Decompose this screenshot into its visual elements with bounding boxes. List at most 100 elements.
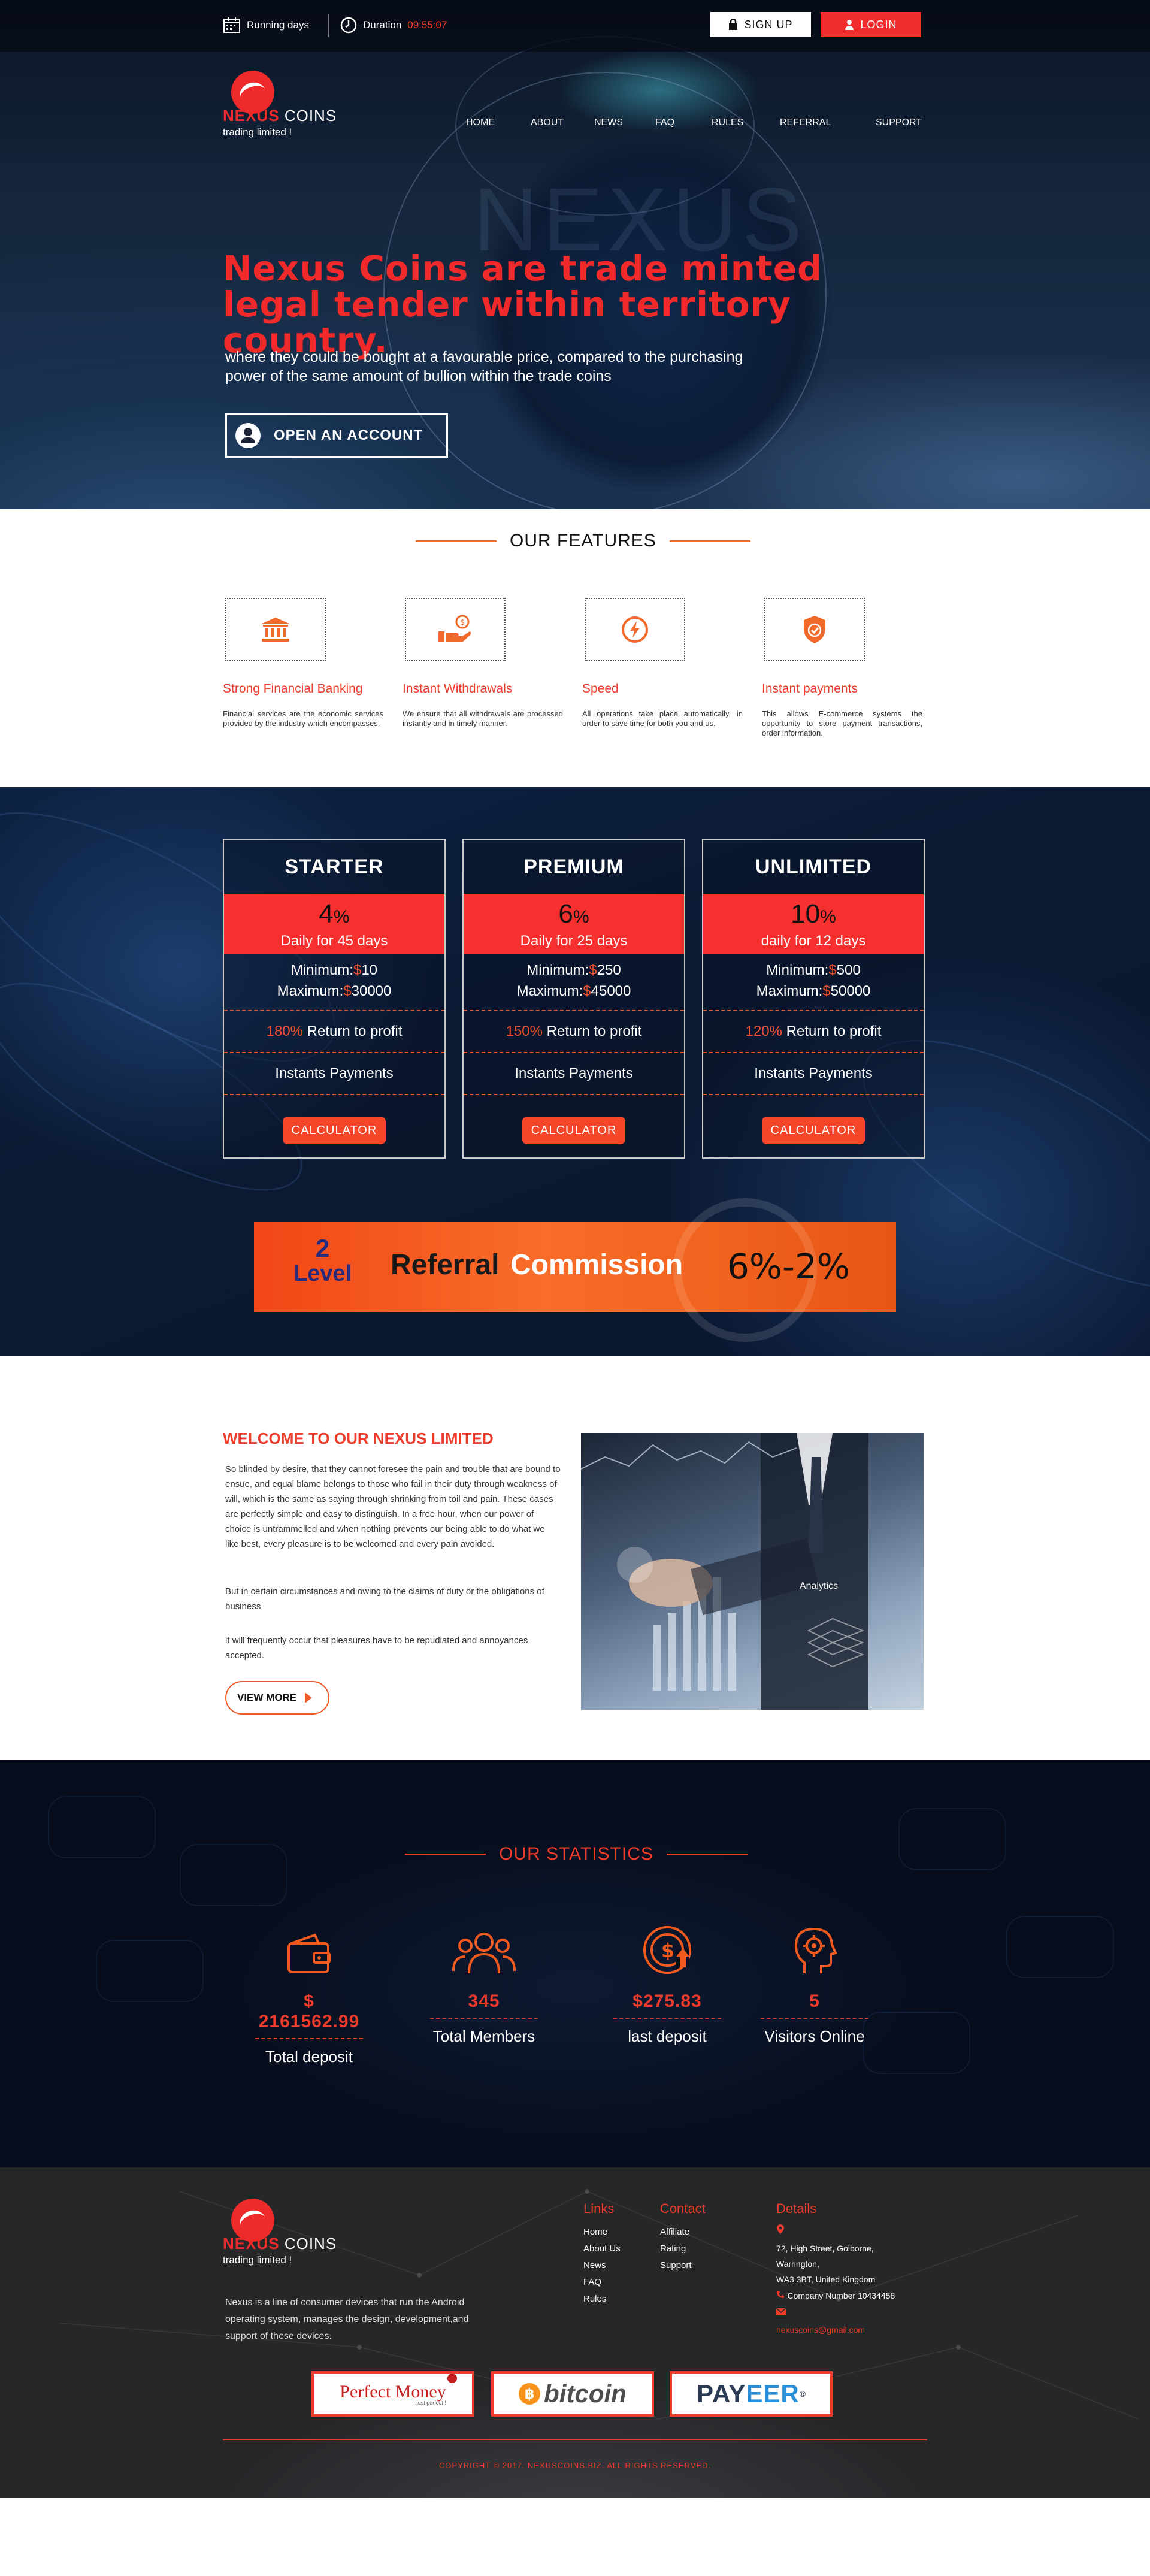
lightning-icon	[622, 616, 648, 643]
businessman-chart-illustration: Analytics	[581, 1433, 868, 1710]
feature-text: All operations take place automatically,…	[582, 709, 743, 728]
nav-referral[interactable]: REFERRAL	[780, 117, 831, 128]
footer-link-rules[interactable]: Rules	[583, 2291, 621, 2308]
arrow-right-icon	[305, 1692, 313, 1703]
plan-rate: 4% Daily for 45 days	[224, 894, 444, 954]
plan-percent: 6	[558, 899, 573, 929]
currency: $	[589, 962, 597, 978]
wallet-icon	[288, 1933, 331, 1973]
plan-limits: Minimum:$250 Maximum:$45000	[464, 954, 684, 1011]
copyright: COPYRIGHT © 2017. NEXUSCOINS.BIZ. ALL RI…	[438, 2461, 712, 2470]
currency: $	[583, 983, 591, 999]
feature-text: We ensure that all withdrawals are proce…	[402, 709, 563, 728]
hero-title: Nexus Coins are trade minted legal tende…	[223, 248, 823, 361]
plan-name: STARTER	[285, 855, 384, 878]
feature-icon-box: $	[405, 598, 506, 661]
heading-line-left	[405, 1854, 486, 1855]
max-label: Maximum:	[756, 983, 823, 999]
user-icon	[845, 20, 854, 30]
svg-text:$: $	[460, 618, 465, 627]
stat-divider	[430, 2018, 538, 2019]
plan-payments: Instants Payments	[464, 1053, 684, 1095]
hex-decoration	[180, 1844, 288, 1906]
hand-coin-icon: $	[438, 615, 471, 642]
signup-button[interactable]: SIGN UP	[710, 12, 811, 37]
view-more-button[interactable]: VIEW MORE	[225, 1681, 329, 1715]
footer-link-home[interactable]: Home	[583, 2224, 621, 2241]
company-number: Company Number 10434458	[776, 2287, 932, 2305]
return-percent: 150%	[506, 1023, 543, 1039]
max-value: 45000	[591, 983, 631, 999]
feature-card: Instant payments This allows E-commerce …	[762, 598, 922, 738]
plan-name: PREMIUM	[523, 855, 624, 878]
footer-link-support[interactable]: Support	[660, 2257, 706, 2274]
plan-limits: Minimum:$10 Maximum:$30000	[224, 954, 444, 1011]
login-label: LOGIN	[860, 18, 897, 31]
logo[interactable]: NEXUS COINS trading limited !	[223, 71, 337, 138]
footer-details: Details 72, High Street, Golborne, Warri…	[776, 2201, 932, 2338]
email-link[interactable]: nexuscoins@gmail.com	[776, 2321, 932, 2338]
pm-badge-icon	[447, 2374, 457, 2383]
nav-support[interactable]: SUPPORT	[876, 117, 922, 128]
currency: $	[353, 962, 362, 978]
plan-rate: 10% daily for 12 days	[703, 894, 924, 954]
min-label: Minimum:	[290, 962, 353, 978]
nav-home[interactable]: HOME	[466, 117, 495, 128]
running-days-label: Running days	[247, 19, 309, 31]
hex-decoration	[96, 1940, 204, 2002]
plan-percent-sign: %	[573, 907, 589, 927]
feature-text: This allows E-commerce systems the oppor…	[762, 709, 922, 737]
stat-value: $275.83	[632, 1991, 702, 2011]
return-percent: 120%	[745, 1023, 782, 1039]
payeer-text-b: EER	[746, 2380, 800, 2408]
stats-heading: OUR STATISTICS	[405, 1844, 748, 1864]
feature-card: Strong Financial Banking Financial servi…	[223, 598, 383, 728]
footer-logo[interactable]: NEXUS COINS trading limited !	[223, 2199, 337, 2266]
logo-name-white: COINS	[284, 107, 337, 125]
footer-link-rating[interactable]: Rating	[660, 2241, 706, 2257]
plan-name: UNLIMITED	[755, 855, 872, 878]
footer: NEXUS COINS trading limited ! Nexus is a…	[0, 2167, 1150, 2498]
plan-period: daily for 12 days	[761, 933, 866, 949]
commission-word: Commission	[510, 1249, 683, 1281]
footer-link-affiliate[interactable]: Affiliate	[660, 2224, 706, 2241]
network-lines-decoration	[59, 2189, 1139, 2420]
feature-card: $ Instant Withdrawals We ensure that all…	[402, 598, 563, 728]
stat-total-deposit: $ 2161562.99 Total deposit	[255, 1922, 363, 2066]
open-account-label: OPEN AN ACCOUNT	[274, 427, 423, 443]
open-account-button[interactable]: OPEN AN ACCOUNT	[225, 413, 448, 458]
view-more-label: VIEW MORE	[237, 1692, 297, 1703]
nav-news[interactable]: NEWS	[594, 117, 623, 128]
stat-divider	[613, 2018, 721, 2019]
plan-percent: 10	[791, 899, 821, 929]
currency: $	[822, 983, 831, 999]
feature-icon-box	[764, 598, 865, 661]
footer-link-news[interactable]: News	[583, 2257, 621, 2274]
stats-section: OUR STATISTICS $ 2161562.99 Total deposi…	[0, 1760, 1150, 2167]
bitcoin-logo: ฿ bitcoin	[491, 2371, 654, 2417]
referral-rates: 6%-2%	[727, 1246, 850, 1287]
return-percent: 180%	[266, 1023, 303, 1039]
calculator-button[interactable]: CALCULATOR	[762, 1117, 865, 1144]
calculator-button[interactable]: CALCULATOR	[283, 1117, 386, 1144]
welcome-title: WELCOME TO OUR NEXUS LIMITED	[223, 1429, 494, 1447]
nav-rules[interactable]: RULES	[712, 117, 743, 128]
level-word: Level	[293, 1261, 352, 1286]
footer-link-faq[interactable]: FAQ	[583, 2274, 621, 2291]
plans-section: STARTER 4% Daily for 45 days Minimum:$10…	[0, 787, 1150, 1356]
address-line: Warrington,	[776, 2259, 819, 2269]
login-button[interactable]: LOGIN	[821, 12, 921, 37]
heading-line-right	[666, 1854, 748, 1855]
logo-tagline: trading limited !	[223, 2254, 292, 2266]
footer-link-about[interactable]: About Us	[583, 2241, 621, 2257]
analytics-label: Analytics	[800, 1581, 838, 1591]
level-number: 2	[315, 1234, 330, 1262]
plan-percent-sign: %	[820, 907, 836, 927]
stat-visitors-online: 5 Visitors Online	[761, 1922, 868, 2046]
nav-faq[interactable]: FAQ	[655, 117, 674, 128]
plan-return: 150% Return to profit	[464, 1011, 684, 1053]
nav-about[interactable]: ABOUT	[531, 117, 564, 128]
members-icon	[452, 1933, 516, 1974]
min-value: 10	[361, 962, 378, 978]
calculator-button[interactable]: CALCULATOR	[522, 1117, 625, 1144]
